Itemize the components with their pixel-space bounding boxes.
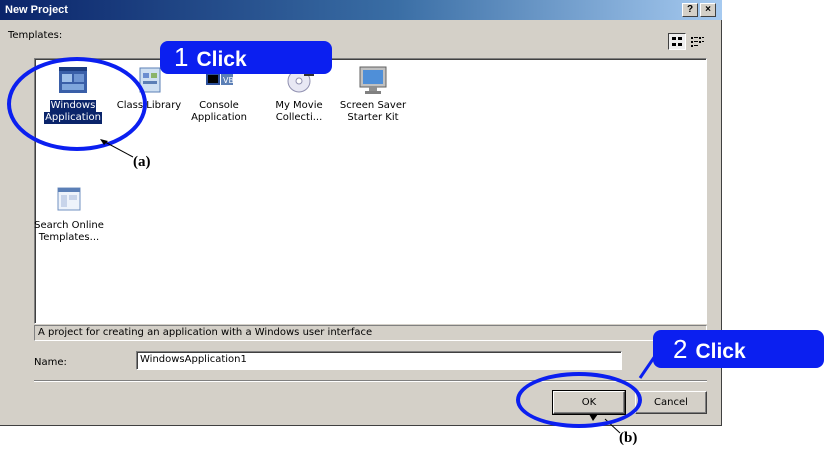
step2-callout: 2 Click (653, 330, 824, 368)
marker-b: (b) (619, 430, 638, 446)
step2-highlight-ring (516, 372, 642, 428)
step2-word: Click (695, 340, 746, 363)
step2-number: 2 (673, 334, 688, 364)
marker-a: (a) (133, 154, 151, 170)
annotation-leader-lines (100, 139, 668, 434)
